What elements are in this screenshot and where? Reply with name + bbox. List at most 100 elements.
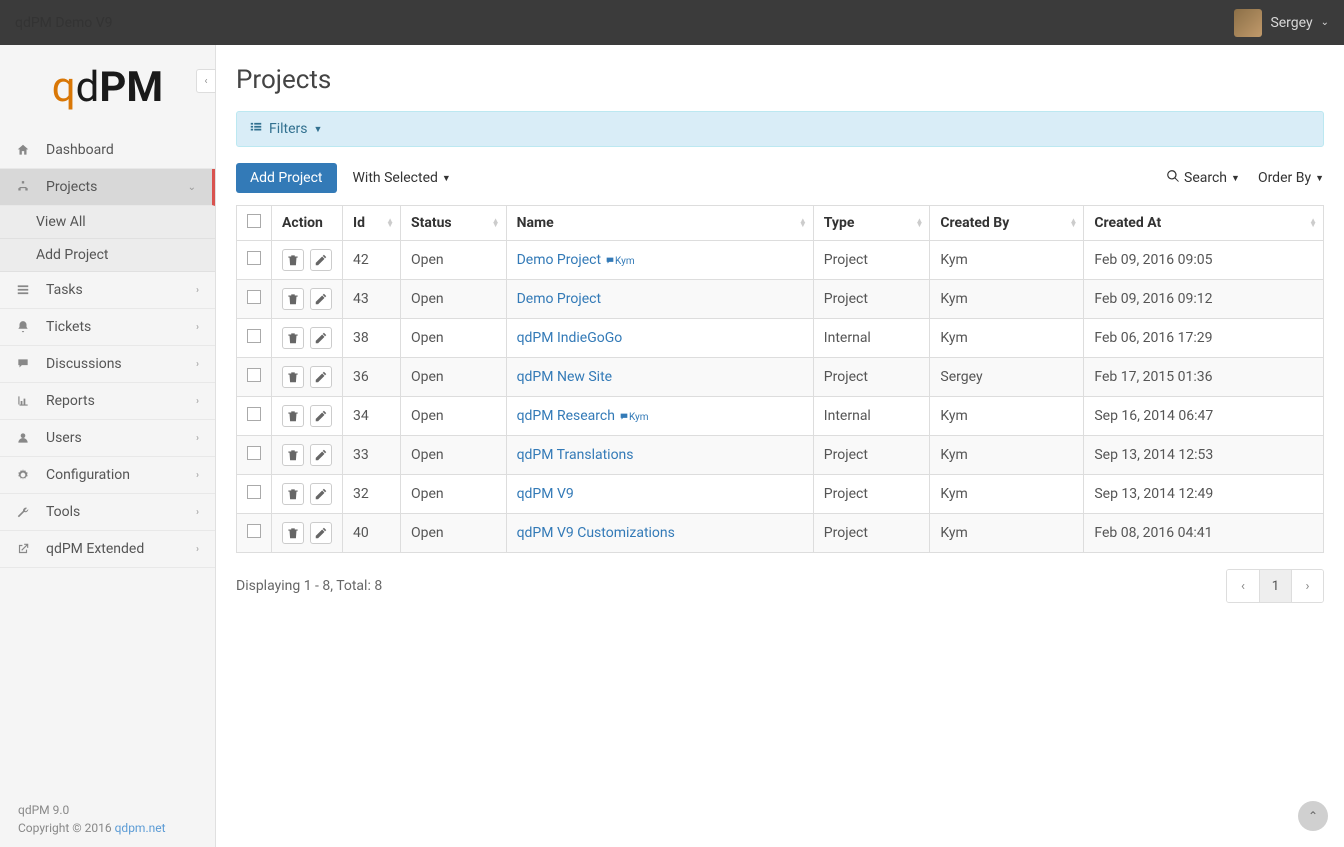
order-by-button[interactable]: Order By▼ <box>1258 169 1324 187</box>
comment-badge[interactable]: Kym <box>619 412 649 423</box>
delete-button[interactable] <box>282 249 304 271</box>
sidebar-item-tickets[interactable]: Tickets› <box>0 309 215 346</box>
project-link[interactable]: qdPM Research <box>517 408 615 424</box>
row-checkbox[interactable] <box>247 368 261 382</box>
cell-created-at: Feb 09, 2016 09:05 <box>1084 241 1324 280</box>
pager-page[interactable]: 1 <box>1259 570 1291 602</box>
edit-button[interactable] <box>310 249 332 271</box>
delete-button[interactable] <box>282 327 304 349</box>
edit-button[interactable] <box>310 522 332 544</box>
sidebar-item-discussions[interactable]: Discussions› <box>0 346 215 383</box>
sidebar-sub-view-all[interactable]: View All <box>0 206 215 239</box>
table-row: 42 Open Demo ProjectKym Project Kym Feb … <box>237 241 1324 280</box>
app-title: qdPM Demo V9 <box>15 15 113 31</box>
delete-button[interactable] <box>282 444 304 466</box>
sidebar-item-tasks[interactable]: Tasks› <box>0 272 215 309</box>
cell-status: Open <box>401 241 507 280</box>
filters-bar[interactable]: Filters ▼ <box>236 111 1324 147</box>
chart-icon <box>16 394 34 408</box>
cell-id: 42 <box>343 241 401 280</box>
row-checkbox[interactable] <box>247 407 261 421</box>
sidebar-item-reports[interactable]: Reports› <box>0 383 215 420</box>
page-title: Projects <box>236 65 1324 95</box>
sidebar-item-users[interactable]: Users› <box>0 420 215 457</box>
row-checkbox[interactable] <box>247 446 261 460</box>
nav: DashboardProjects⌄View AllAdd ProjectTas… <box>0 132 215 791</box>
cell-created-at: Feb 08, 2016 04:41 <box>1084 514 1324 553</box>
col-type[interactable]: Type▲▼ <box>813 206 930 241</box>
cell-type: Internal <box>813 397 930 436</box>
sidebar-collapse-button[interactable]: ‹ <box>196 69 216 93</box>
row-checkbox[interactable] <box>247 524 261 538</box>
cell-type: Project <box>813 436 930 475</box>
edit-button[interactable] <box>310 327 332 349</box>
search-button[interactable]: Search▼ <box>1166 169 1240 187</box>
cell-created-at: Sep 13, 2014 12:53 <box>1084 436 1324 475</box>
project-link[interactable]: qdPM V9 Customizations <box>517 525 675 541</box>
col-created-at[interactable]: Created At▲▼ <box>1084 206 1324 241</box>
cell-created-by: Kym <box>930 514 1084 553</box>
project-link[interactable]: Demo Project <box>517 291 601 307</box>
col-id[interactable]: Id▲▼ <box>343 206 401 241</box>
delete-button[interactable] <box>282 483 304 505</box>
delete-button[interactable] <box>282 288 304 310</box>
cell-created-at: Sep 16, 2014 06:47 <box>1084 397 1324 436</box>
select-all-checkbox[interactable] <box>247 214 261 228</box>
pager-prev[interactable]: ‹ <box>1227 570 1259 602</box>
cell-created-at: Feb 06, 2016 17:29 <box>1084 319 1324 358</box>
project-link[interactable]: Demo Project <box>517 252 601 268</box>
nav-label: qdPM Extended <box>46 541 144 557</box>
sidebar-item-projects[interactable]: Projects⌄ <box>0 169 215 206</box>
row-checkbox[interactable] <box>247 290 261 304</box>
table-row: 40 Open qdPM V9 Customizations Project K… <box>237 514 1324 553</box>
project-link[interactable]: qdPM IndieGoGo <box>517 330 623 346</box>
row-checkbox[interactable] <box>247 251 261 265</box>
pager-next[interactable]: › <box>1291 570 1323 602</box>
col-name[interactable]: Name▲▼ <box>506 206 813 241</box>
project-link[interactable]: qdPM V9 <box>517 486 574 502</box>
col-created-by[interactable]: Created By▲▼ <box>930 206 1084 241</box>
chevron-right-icon: › <box>196 396 199 407</box>
cell-status: Open <box>401 280 507 319</box>
edit-button[interactable] <box>310 405 332 427</box>
footer-link[interactable]: qdpm.net <box>115 821 166 835</box>
row-checkbox[interactable] <box>247 329 261 343</box>
sidebar-item-qdpm-extended[interactable]: qdPM Extended › <box>0 531 215 568</box>
sort-icon: ▲▼ <box>386 219 394 227</box>
project-link[interactable]: qdPM New Site <box>517 369 613 385</box>
chevron-right-icon: › <box>196 544 199 555</box>
filters-label: Filters <box>269 121 308 137</box>
footer: qdPM 9.0 Copyright © 2016 qdpm.net <box>0 791 215 847</box>
edit-button[interactable] <box>310 366 332 388</box>
sidebar-item-tools[interactable]: Tools› <box>0 494 215 531</box>
col-status[interactable]: Status▲▼ <box>401 206 507 241</box>
delete-button[interactable] <box>282 522 304 544</box>
cell-created-by: Sergey <box>930 358 1084 397</box>
cell-created-at: Feb 17, 2015 01:36 <box>1084 358 1324 397</box>
table-row: 33 Open qdPM Translations Project Kym Se… <box>237 436 1324 475</box>
project-link[interactable]: qdPM Translations <box>517 447 634 463</box>
row-checkbox[interactable] <box>247 485 261 499</box>
nav-label: Configuration <box>46 467 130 483</box>
nav-label: Discussions <box>46 356 122 372</box>
cell-id: 40 <box>343 514 401 553</box>
edit-button[interactable] <box>310 288 332 310</box>
sidebar-item-dashboard[interactable]: Dashboard <box>0 132 215 169</box>
sidebar-sub-add-project[interactable]: Add Project <box>0 239 215 272</box>
edit-button[interactable] <box>310 444 332 466</box>
cell-type: Internal <box>813 319 930 358</box>
scroll-top-button[interactable]: ⌃ <box>1298 801 1328 831</box>
with-selected-button[interactable]: With Selected▼ <box>353 170 451 186</box>
nav-label: Tickets <box>46 319 91 335</box>
wrench-icon <box>16 505 34 519</box>
user-icon <box>16 431 34 445</box>
delete-button[interactable] <box>282 405 304 427</box>
user-menu[interactable]: Sergey ⌄ <box>1234 9 1329 37</box>
edit-button[interactable] <box>310 483 332 505</box>
delete-button[interactable] <box>282 366 304 388</box>
col-action[interactable]: Action <box>272 206 343 241</box>
comment-badge[interactable]: Kym <box>605 256 635 267</box>
sidebar-item-configuration[interactable]: Configuration› <box>0 457 215 494</box>
add-project-button[interactable]: Add Project <box>236 163 337 193</box>
cell-type: Project <box>813 358 930 397</box>
